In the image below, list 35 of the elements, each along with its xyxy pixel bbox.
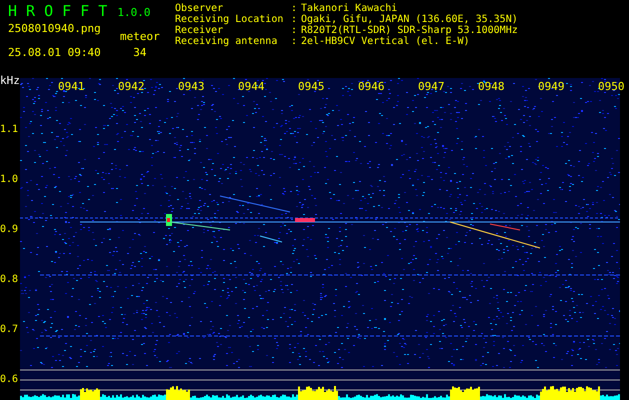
app-name: H R O F F T xyxy=(8,2,108,20)
frequency-label: 1.1 xyxy=(0,124,18,136)
frequency-label: 0.8 xyxy=(0,274,18,286)
info-separator: : xyxy=(291,36,298,47)
time-label: 0941 xyxy=(58,80,84,94)
time-label: 0946 xyxy=(358,80,384,94)
info-label: Receiving Location xyxy=(175,14,284,25)
time-label: 0947 xyxy=(418,80,444,94)
meteor-count: 34 xyxy=(133,46,146,60)
app-version: 1.0.0 xyxy=(117,6,150,20)
time-label: 0944 xyxy=(238,80,264,94)
frequency-label: 0.9 xyxy=(0,224,18,236)
meteor-label: meteor xyxy=(120,30,160,44)
date-time: 25.08.01 09:40 xyxy=(8,46,102,60)
unit-label: kHz xyxy=(0,74,20,88)
time-label: 0943 xyxy=(178,80,204,94)
frequency-label: 0.6 xyxy=(0,374,18,386)
frequency-label: 1.0 xyxy=(0,174,18,186)
info-separator: : xyxy=(291,3,298,14)
info-value: R820T2(RTL-SDR) SDR-Sharp 53.1000MHz xyxy=(301,25,518,36)
file-name: 2508010940.png xyxy=(8,22,102,36)
time-label: 0950 xyxy=(598,80,624,94)
info-label: Observer xyxy=(175,3,224,14)
time-label: 0945 xyxy=(298,80,324,94)
info-value: 2el-HB9CV Vertical (el. E-W) xyxy=(301,36,470,47)
info-value: Ogaki, Gifu, JAPAN (136.60E, 35.35N) xyxy=(301,14,518,25)
info-value: Takanori Kawachi xyxy=(301,3,398,14)
time-label: 0942 xyxy=(118,80,144,94)
info-label: Receiver xyxy=(175,25,224,36)
info-separator: : xyxy=(291,14,298,25)
info-separator: : xyxy=(291,25,298,36)
time-label: 0949 xyxy=(538,80,564,94)
time-label: 0948 xyxy=(478,80,504,94)
info-label: Receiving antenna xyxy=(175,36,278,47)
frequency-label: 0.7 xyxy=(0,324,18,336)
